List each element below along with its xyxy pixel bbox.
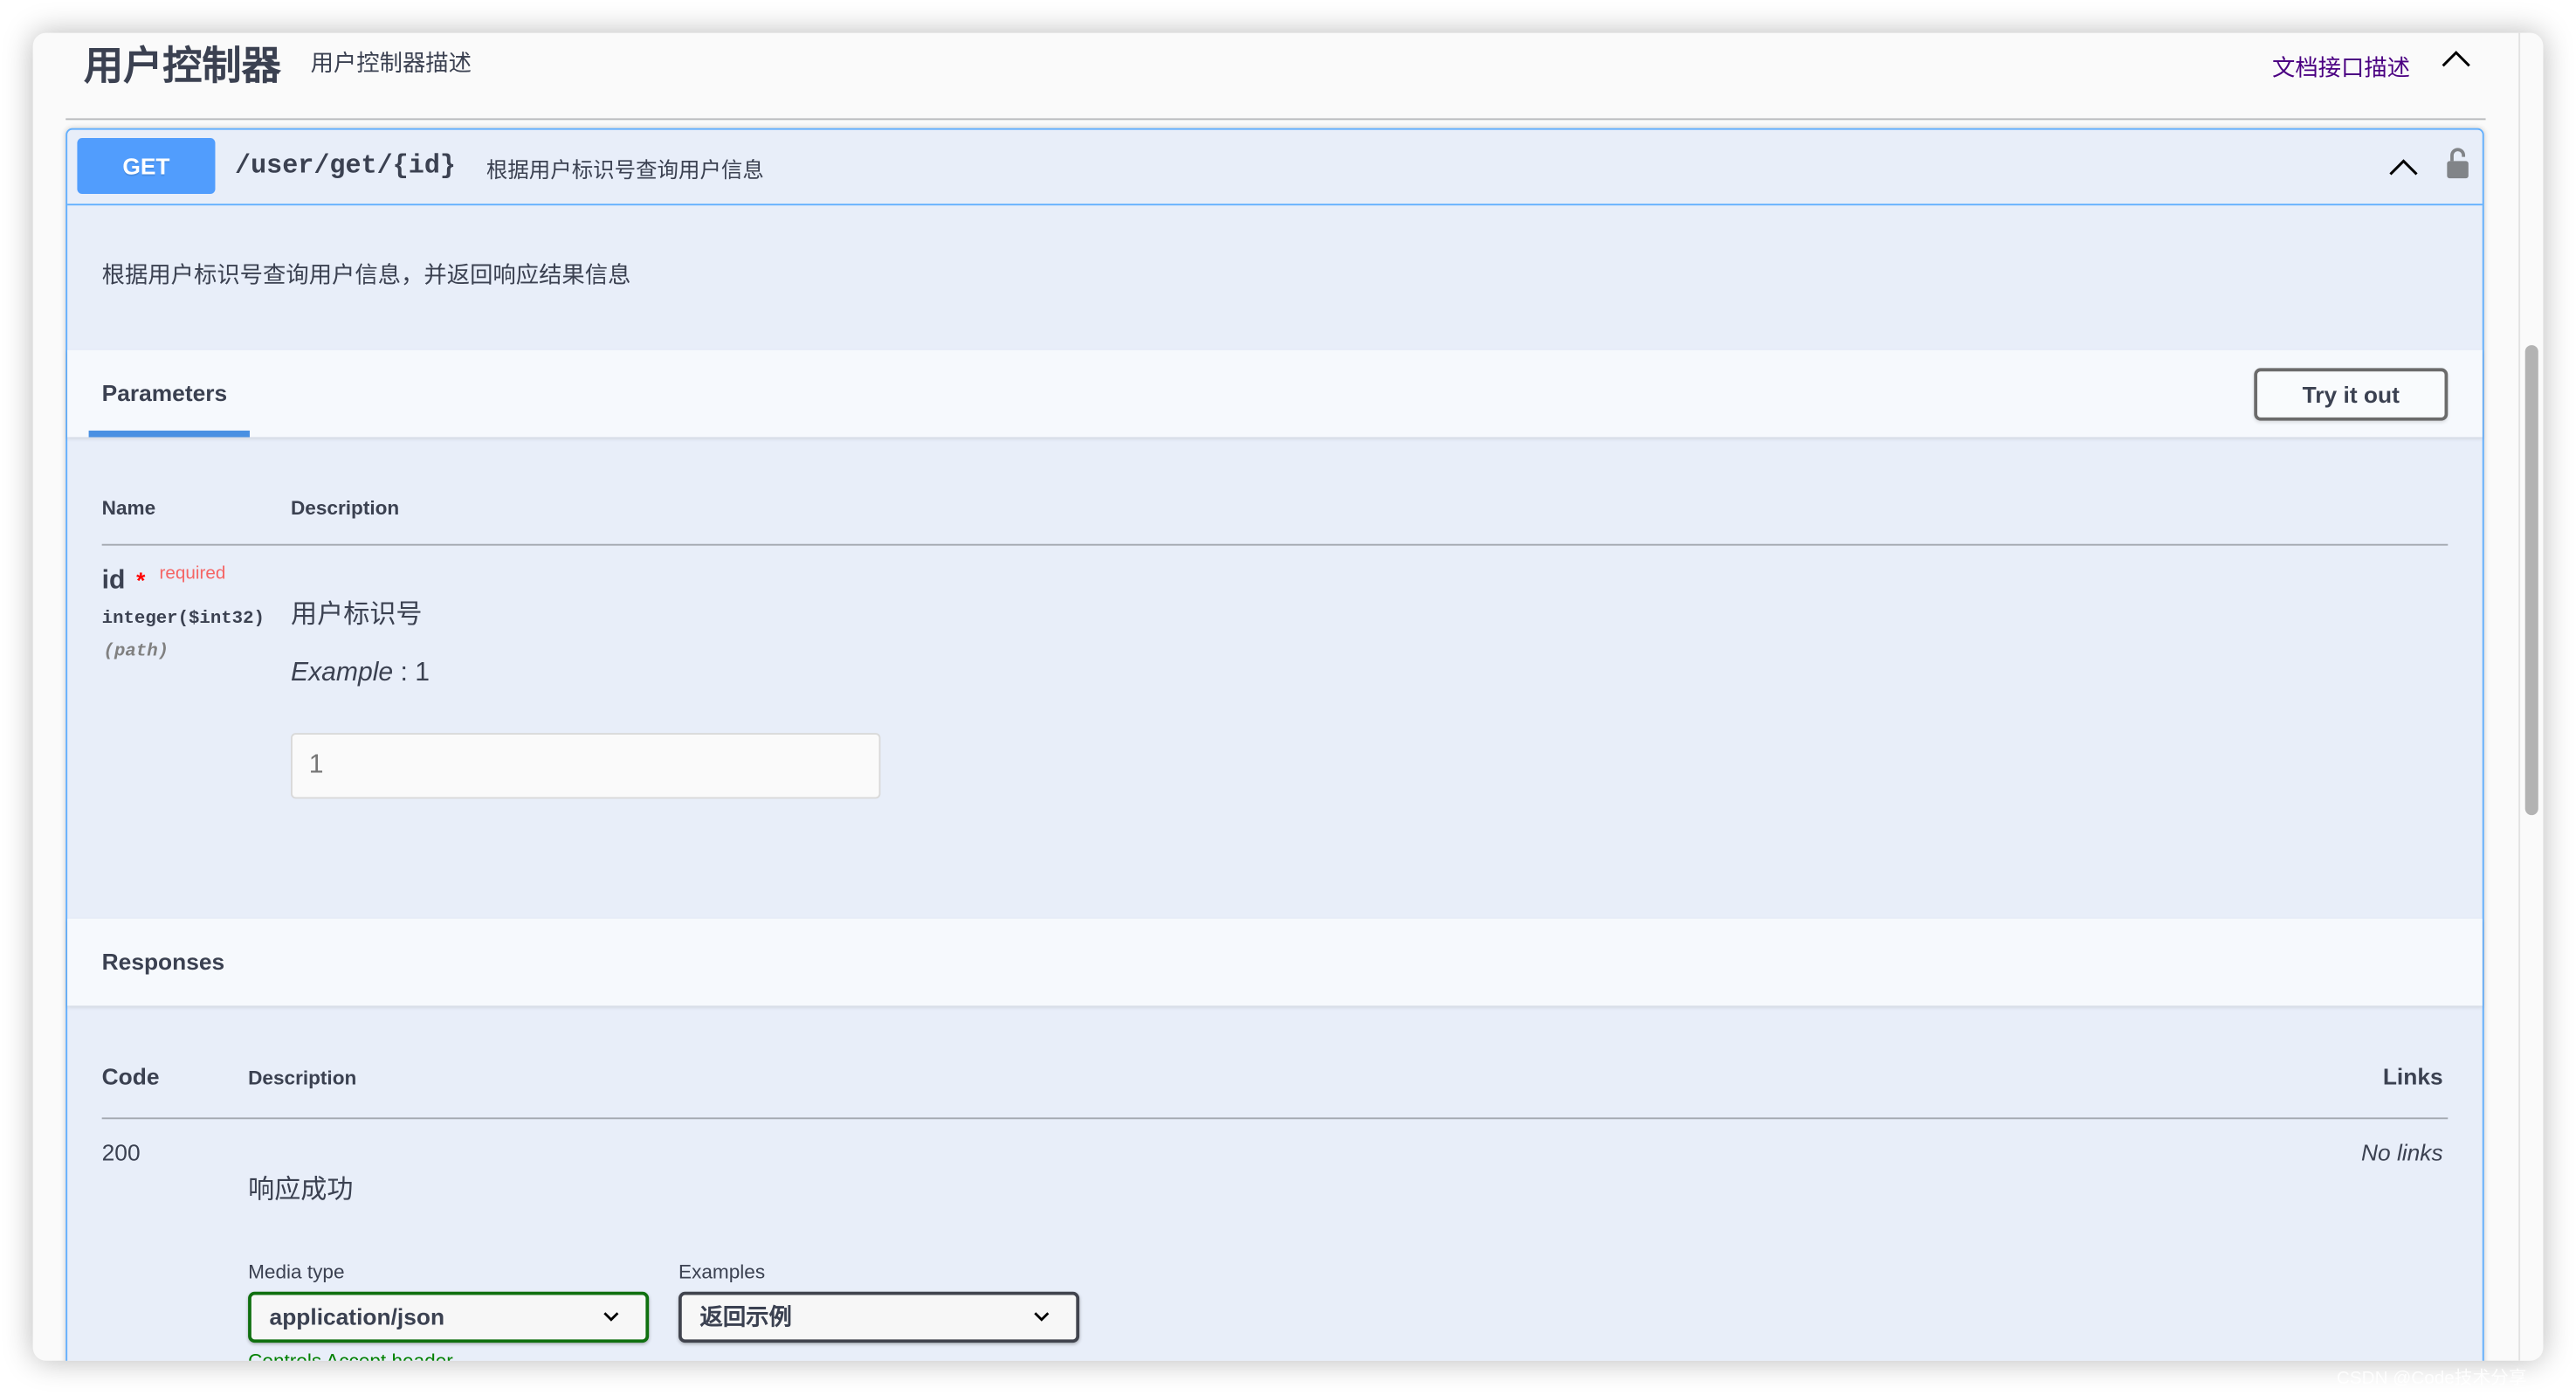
response-description: 响应成功 xyxy=(248,1177,354,1205)
examples-select[interactable]: 返回示例 xyxy=(678,1291,1080,1343)
operation-path: /user/get/{id} xyxy=(235,151,456,181)
vertical-scrollbar[interactable] xyxy=(2518,32,2544,1361)
swagger-content: 用户控制器 用户控制器描述 文档接口描述 GET /user/get/{id} … xyxy=(33,33,2519,1361)
screenshot-stage: 用户控制器 用户控制器描述 文档接口描述 GET /user/get/{id} … xyxy=(0,0,2576,1395)
operation-description: 根据用户标识号查询用户信息，并返回响应结果信息 xyxy=(101,261,631,288)
param-header-divider xyxy=(101,543,2449,546)
response-column-description: Description xyxy=(248,1067,357,1090)
chevron-up-icon[interactable] xyxy=(2387,156,2421,177)
tag-title[interactable]: 用户控制器 xyxy=(84,33,281,91)
tag-description: 用户控制器描述 xyxy=(310,49,472,76)
examples-label: Examples xyxy=(678,1260,766,1284)
media-type-value: application/json xyxy=(269,1302,445,1330)
examples-value: 返回示例 xyxy=(699,1302,792,1330)
media-type-select[interactable]: application/json xyxy=(248,1291,650,1343)
chevron-up-icon[interactable] xyxy=(2440,48,2473,71)
watermark: CSDN @Code技术分享 xyxy=(2336,1369,2527,1389)
chevron-down-icon xyxy=(603,1312,619,1322)
response-header-divider xyxy=(101,1117,2449,1120)
example-label: Example xyxy=(291,659,394,687)
unlocked-lock-icon[interactable] xyxy=(2446,146,2469,179)
responses-title: Responses xyxy=(101,948,225,975)
media-type-label: Media type xyxy=(248,1260,345,1284)
chevron-down-icon xyxy=(1034,1312,1050,1322)
tag-doc-link[interactable]: 文档接口描述 xyxy=(2272,51,2410,84)
operation-block: GET /user/get/{id} 根据用户标识号查询用户信息 根据用户标识号… xyxy=(65,128,2484,1361)
response-column-links: Links xyxy=(2382,1063,2443,1090)
response-code: 200 xyxy=(101,1138,141,1165)
browser-window: 用户控制器 用户控制器描述 文档接口描述 GET /user/get/{id} … xyxy=(32,32,2544,1361)
param-example: Example : 1 xyxy=(291,659,430,688)
response-column-code: Code xyxy=(101,1063,160,1090)
param-column-name: Name xyxy=(101,496,156,520)
method-badge: GET xyxy=(77,138,216,195)
param-id-input[interactable] xyxy=(291,733,881,799)
required-label: required xyxy=(159,563,226,584)
param-type: integer($int32) xyxy=(101,609,265,630)
operation-summary[interactable]: GET /user/get/{id} 根据用户标识号查询用户信息 xyxy=(67,130,2483,206)
param-description: 用户标识号 xyxy=(291,601,423,630)
scrollbar-thumb[interactable] xyxy=(2524,345,2538,816)
param-name: id xyxy=(101,567,126,596)
param-location: (path) xyxy=(103,642,169,663)
controls-accept-header-text: Controls Accept header. xyxy=(248,1350,458,1361)
responses-section-header: Responses xyxy=(67,918,2483,1006)
operation-summary-text: 根据用户标识号查询用户信息 xyxy=(486,157,764,183)
example-value: : 1 xyxy=(393,659,430,687)
param-column-description: Description xyxy=(291,496,400,520)
active-tab-indicator xyxy=(88,430,250,438)
response-links: No links xyxy=(2360,1138,2443,1165)
parameters-section-header: Parameters Try it out xyxy=(67,349,2483,438)
required-star: * xyxy=(136,567,146,594)
parameters-tab[interactable]: Parameters xyxy=(102,380,228,406)
try-it-out-button[interactable]: Try it out xyxy=(2254,368,2449,421)
tag-section-header[interactable]: 用户控制器 用户控制器描述 文档接口描述 xyxy=(65,33,2486,121)
